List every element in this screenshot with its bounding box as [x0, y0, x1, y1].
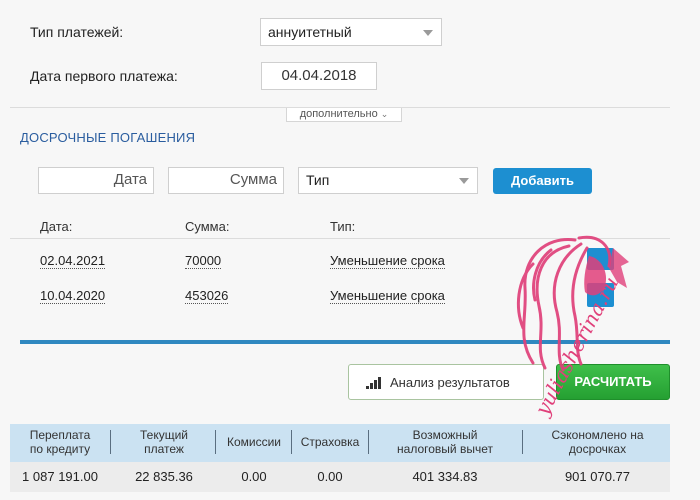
- header-insurance: Страховка: [300, 435, 360, 449]
- value-saved: 901 070.77: [564, 469, 631, 484]
- results-header: Переплата по кредиту Текущий платеж Комисс…: [10, 424, 670, 462]
- prepay-row-2-type[interactable]: Уменьшение срока: [330, 288, 445, 304]
- value-commissions: 0.00: [241, 469, 267, 484]
- prepayments-section-title: ДОСРОЧНЫЕ ПОГАШЕНИЯ: [20, 130, 196, 145]
- chevron-down-icon: [423, 30, 433, 36]
- value-insurance: 0.00: [317, 469, 343, 484]
- prepay-row-2-sum[interactable]: 453026: [185, 288, 229, 304]
- prepay-sum-input[interactable]: Сумма: [168, 167, 284, 194]
- payment-type-value: аннуитетный: [268, 24, 352, 40]
- prepay-row-1-date[interactable]: 02.04.2021: [40, 253, 106, 269]
- first-payment-label: Дата первого платежа:: [30, 68, 178, 84]
- analysis-button-label: Анализ результатов: [390, 375, 510, 390]
- value-tax-deduction: 401 334.83: [412, 469, 478, 484]
- first-payment-date-input[interactable]: 04.04.2018: [261, 62, 377, 90]
- results-row: 1 087 191.00 22 835.36 0.00 0.00 401 334…: [10, 462, 670, 492]
- header-current-payment: Текущий платеж: [140, 428, 188, 456]
- bar-chart-icon: [366, 377, 381, 389]
- header-separator: [522, 430, 523, 454]
- header-separator: [368, 430, 369, 454]
- prepay-type-value: Тип: [306, 172, 330, 188]
- payment-type-label: Тип платежей:: [30, 24, 124, 40]
- prepay-row-1-type[interactable]: Уменьшение срока: [330, 253, 445, 269]
- column-date: Дата:: [40, 219, 73, 234]
- header-separator: [291, 430, 292, 454]
- header-overpayment: Переплата по кредиту: [29, 428, 91, 456]
- header-commissions: Комиссии: [226, 435, 282, 449]
- prepay-date-input[interactable]: Дата: [38, 167, 154, 194]
- column-sum: Сумма:: [185, 219, 230, 234]
- prepay-type-select[interactable]: Тип: [298, 167, 478, 194]
- value-current-payment: 22 835.36: [135, 469, 193, 484]
- header-saved-on-prepayments: Сэкономлено на досрочках: [551, 428, 644, 456]
- header-separator: [110, 430, 111, 454]
- prepay-row-2-date[interactable]: 10.04.2020: [40, 288, 106, 304]
- header-separator: [215, 430, 216, 454]
- chevron-down-icon: [459, 178, 469, 184]
- chevron-down-icon: ⌄: [380, 109, 389, 119]
- column-type: Тип:: [330, 219, 356, 234]
- more-options-label: дополнительно: [299, 108, 378, 120]
- prepay-row-1-sum[interactable]: 70000: [185, 253, 222, 269]
- more-options-toggle[interactable]: дополнительно ⌄: [286, 108, 402, 122]
- value-overpayment: 1 087 191.00: [22, 469, 98, 484]
- header-tax-deduction: Возможный налоговый вычет: [397, 428, 493, 456]
- payment-type-select[interactable]: аннуитетный: [260, 18, 442, 46]
- add-prepayment-button[interactable]: Добавить: [493, 168, 592, 194]
